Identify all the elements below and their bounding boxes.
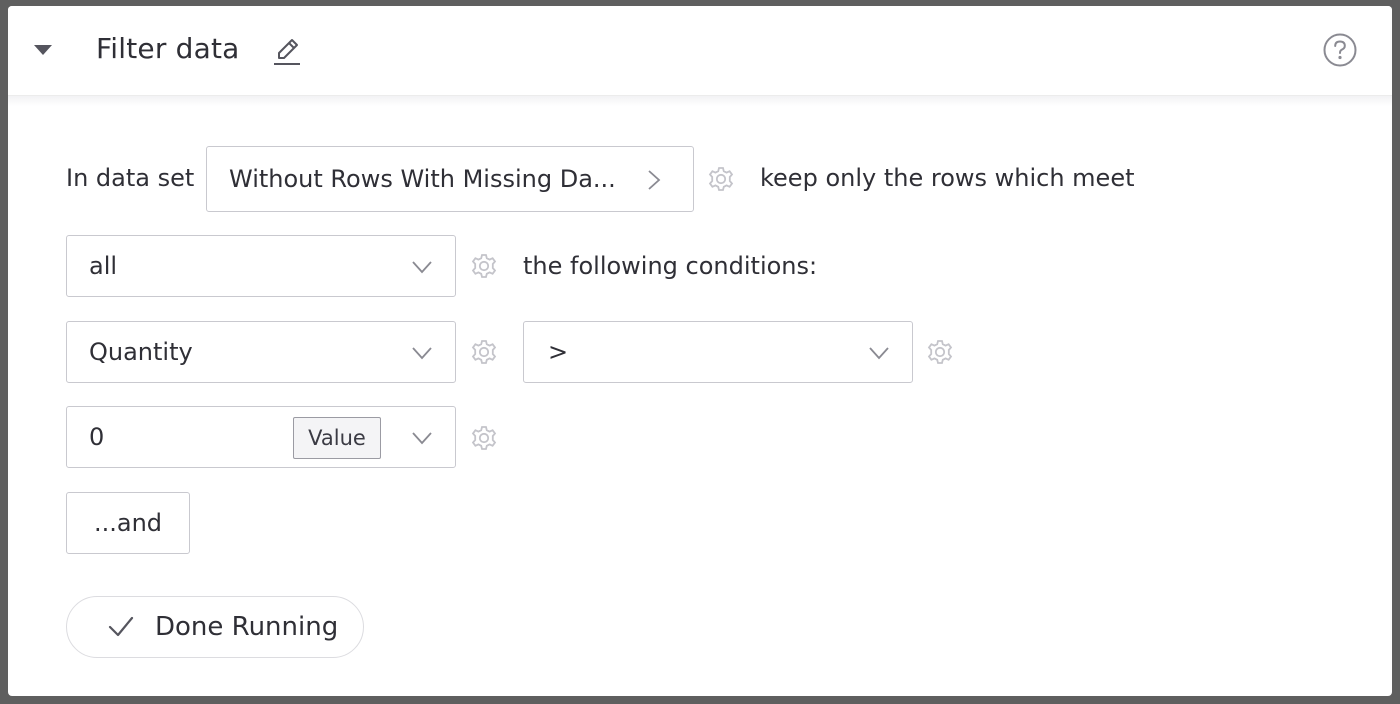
chevron-down-icon[interactable]: [411, 431, 433, 445]
operator-dropdown[interactable]: >: [523, 321, 913, 383]
compare-value: 0: [89, 423, 105, 451]
gear-icon[interactable]: [470, 338, 498, 366]
match-mode-value: all: [89, 252, 118, 280]
gear-icon[interactable]: [707, 165, 735, 193]
match-mode-dropdown[interactable]: all: [66, 235, 456, 297]
chevron-right-icon: [648, 170, 661, 190]
done-running-button[interactable]: Done Running: [66, 596, 364, 658]
pencil-icon[interactable]: [272, 34, 302, 68]
value-type-tag[interactable]: Value: [293, 417, 381, 459]
gear-icon[interactable]: [470, 252, 498, 280]
dataset-prefix-label: In data set: [66, 164, 195, 192]
add-and-condition-button[interactable]: ...and: [66, 492, 190, 554]
done-running-label: Done Running: [155, 612, 339, 642]
chevron-down-icon: [869, 347, 889, 360]
compare-value-input[interactable]: 0 Value: [66, 406, 456, 468]
header-divider: [8, 96, 1392, 106]
panel-header: Filter data: [8, 6, 1392, 96]
dataset-selector-value: Without Rows With Missing Da...: [229, 165, 616, 193]
dataset-suffix-label: keep only the rows which meet: [760, 164, 1135, 192]
triangle-down-icon[interactable]: [32, 41, 54, 59]
gear-icon[interactable]: [470, 424, 498, 452]
checkmark-icon: [108, 616, 134, 637]
help-circle-icon[interactable]: [1322, 32, 1358, 68]
dataset-selector[interactable]: Without Rows With Missing Da...: [206, 146, 694, 212]
panel-title: Filter data: [96, 32, 240, 65]
gear-icon[interactable]: [926, 338, 954, 366]
chevron-down-icon: [412, 261, 432, 274]
conditions-label: the following conditions:: [523, 252, 818, 280]
column-value: Quantity: [89, 338, 193, 366]
filter-data-panel: Filter data In data set Without Rows Wit…: [8, 6, 1392, 696]
column-dropdown[interactable]: Quantity: [66, 321, 456, 383]
chevron-down-icon: [412, 347, 432, 360]
operator-value: >: [548, 338, 569, 366]
